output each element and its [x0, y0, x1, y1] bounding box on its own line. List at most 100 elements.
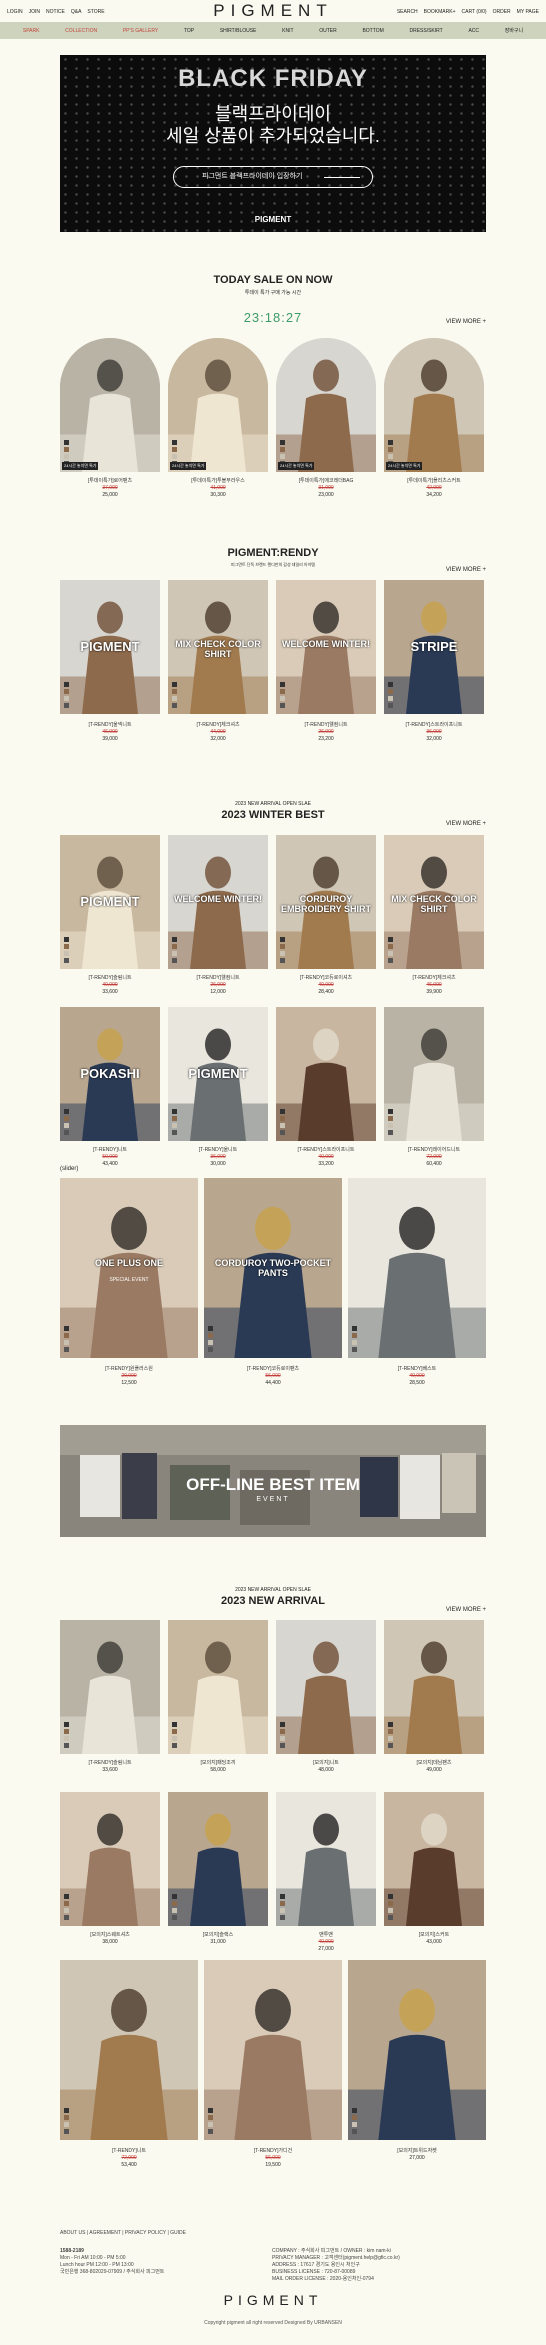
- category-0[interactable]: SPARK: [23, 28, 40, 34]
- category-7[interactable]: BOTTOM: [362, 28, 383, 34]
- product-photo[interactable]: [168, 1792, 268, 1926]
- product-name[interactable]: [T-RENDY]웰컴니트: [276, 722, 376, 729]
- category-5[interactable]: KNIT: [282, 28, 293, 34]
- product-old-price: 37,000: [102, 485, 118, 491]
- black-friday-banner[interactable]: BLACK FRIDAY 블랙프라이데이 세일 상품이 추가되었습니다. 피그먼…: [60, 55, 486, 232]
- cs-bank: 국민은행 368-802029-07909 / 주식회사 피그먼트: [60, 2269, 165, 2275]
- product-name[interactable]: [T-RENDY]레이어드니트: [384, 1147, 484, 1154]
- footer-links[interactable]: ABOUT US | AGREEMENT | PRIVACY POLICY | …: [60, 2230, 186, 2237]
- arrival-view-more-link[interactable]: VIEW MORE +: [446, 1607, 486, 1613]
- cs-phone: 1588-2189: [60, 2248, 84, 2254]
- product-name[interactable]: [모의지]데님팬츠: [384, 1760, 484, 1767]
- footer-logo[interactable]: PIGMENT: [0, 2292, 546, 2308]
- product-photo[interactable]: [60, 1960, 198, 2140]
- product-name[interactable]: [모의지]트위드자켓: [348, 2148, 486, 2155]
- product-photo[interactable]: [384, 1620, 484, 1754]
- color-swatch: [208, 1347, 213, 1352]
- cs-hours-2: Lunch hour PM 12:00 - PM 13:00: [60, 2262, 134, 2268]
- today-view-more-link[interactable]: VIEW MORE +: [446, 319, 486, 325]
- product-photo[interactable]: [60, 338, 160, 472]
- product-image: [276, 1007, 376, 1141]
- product-photo[interactable]: WELCOME WINTER!: [276, 580, 376, 714]
- product-photo[interactable]: [168, 338, 268, 472]
- product-name[interactable]: [투데이특가]플리츠스커트: [384, 478, 484, 485]
- product-name[interactable]: [모의지]스커트: [384, 1932, 484, 1939]
- product-caption: [투데이특가]투볼부라우스 41,000 30,300: [168, 478, 268, 499]
- product-photo[interactable]: [60, 1792, 160, 1926]
- product-photo[interactable]: [384, 1007, 484, 1141]
- product-photo[interactable]: [168, 1620, 268, 1754]
- product-name[interactable]: [T-RENDY]울넥니트: [60, 722, 160, 729]
- product-name[interactable]: [T-RENDY]가디건: [204, 2148, 342, 2155]
- rendy-view-more-link[interactable]: VIEW MORE +: [446, 567, 486, 573]
- product-photo[interactable]: ONE PLUS ONE SPECIAL EVENT: [60, 1178, 198, 1358]
- category-2[interactable]: PP'S GALLERY: [123, 28, 158, 34]
- product-name[interactable]: [투데이특가]투볼부라우스: [168, 478, 268, 485]
- product-photo[interactable]: MIX CHECK COLOR SHIRT: [168, 580, 268, 714]
- product-name[interactable]: [T-RENDY]코듀로이셔츠: [276, 975, 376, 982]
- product-name[interactable]: [T-RENDY]울니트: [168, 1147, 268, 1154]
- product-photo[interactable]: [348, 1178, 486, 1358]
- product-name[interactable]: [T-RENDY]스트라이프니트: [276, 1147, 376, 1154]
- product-name[interactable]: [T-RENDY]웰컴니트: [168, 975, 268, 982]
- product-old-price: 40,000: [318, 982, 334, 988]
- product-photo[interactable]: CORDUROY EMBROIDERY SHIRT: [276, 835, 376, 969]
- product-photo[interactable]: WELCOME WINTER!: [168, 835, 268, 969]
- product-photo[interactable]: POKASHI: [60, 1007, 160, 1141]
- category-6[interactable]: OUTER: [319, 28, 337, 34]
- product-name[interactable]: [투데이특가]에코레더BAG: [276, 478, 376, 485]
- product-old-price: 36,000: [426, 729, 442, 735]
- product-photo[interactable]: [276, 338, 376, 472]
- product-name[interactable]: [모의지]패딩조끼: [168, 1760, 268, 1767]
- color-swatch: [172, 944, 177, 949]
- product-image: [348, 1960, 486, 2140]
- product-name[interactable]: [T-RENDY]슬림니트: [60, 975, 160, 982]
- product-photo[interactable]: [384, 1792, 484, 1926]
- product-name[interactable]: [모의지]스웨트셔츠: [60, 1932, 160, 1939]
- banner-cta-button[interactable]: 피그먼트 블랙프라이데이 입장하기: [173, 166, 373, 188]
- product-photo[interactable]: [276, 1620, 376, 1754]
- category-1[interactable]: COLLECTION: [65, 28, 97, 34]
- product-name[interactable]: [투데이특가]로어팬츠: [60, 478, 160, 485]
- product-photo[interactable]: [348, 1960, 486, 2140]
- product-name[interactable]: [모의지]슬랙스: [168, 1932, 268, 1939]
- product-photo[interactable]: [60, 1620, 160, 1754]
- color-swatch: [388, 1116, 393, 1121]
- color-swatch: [280, 682, 285, 687]
- category-8[interactable]: DRESS/SKIRT: [409, 28, 442, 34]
- cs-hours-1: Mon - Fri AM 10:00 - PM 5:00: [60, 2255, 126, 2261]
- product-name[interactable]: [T-RENDY]니트: [60, 1147, 160, 1154]
- product-name[interactable]: [T-RENDY]체크셔츠: [168, 722, 268, 729]
- color-swatch: [388, 440, 393, 445]
- category-9[interactable]: ACC: [468, 28, 479, 34]
- color-swatch: [208, 2129, 213, 2134]
- product-name[interactable]: [모의지]니트: [276, 1760, 376, 1767]
- product-photo[interactable]: PIGMENT: [60, 580, 160, 714]
- product-name[interactable]: [T-RENDY]슬림니트: [60, 1760, 160, 1767]
- product-photo[interactable]: PIGMENT: [60, 835, 160, 969]
- product-photo[interactable]: [384, 338, 484, 472]
- product-name[interactable]: [T-RENDY]니트: [60, 2148, 198, 2155]
- product-name[interactable]: 맨투맨: [276, 1932, 376, 1939]
- product-old-price: 31,000: [318, 485, 334, 491]
- product-photo[interactable]: PIGMENT: [168, 1007, 268, 1141]
- product-photo[interactable]: CORDUROY TWO-POCKET PANTS: [204, 1178, 342, 1358]
- product-name[interactable]: [T-RENDY]스트라이프니트: [384, 722, 484, 729]
- color-swatch: [388, 951, 393, 956]
- product-photo[interactable]: STRIPE: [384, 580, 484, 714]
- product-photo[interactable]: [276, 1007, 376, 1141]
- customer-service: 1588-2189 Mon - Fri AM 10:00 - PM 5:00 L…: [60, 2248, 164, 2276]
- category-4[interactable]: SHIRT/BLOUSE: [220, 28, 257, 34]
- site-logo[interactable]: PIGMENT: [0, 1, 546, 21]
- category-10[interactable]: 장바구니: [505, 27, 523, 34]
- product-name[interactable]: [T-RENDY]베스트: [348, 1366, 486, 1373]
- product-name[interactable]: [T-RENDY]원플러스원: [60, 1366, 198, 1373]
- category-3[interactable]: TOP: [184, 28, 194, 34]
- product-name[interactable]: [T-RENDY]코듀로이팬츠: [204, 1366, 342, 1373]
- winter-view-more-link[interactable]: VIEW MORE +: [446, 821, 486, 827]
- offline-event-banner[interactable]: OFF-LINE BEST ITEM EVENT: [60, 1425, 486, 1537]
- product-photo[interactable]: [276, 1792, 376, 1926]
- product-photo[interactable]: MIX CHECK COLOR SHIRT: [384, 835, 484, 969]
- product-name[interactable]: [T-RENDY]체크셔츠: [384, 975, 484, 982]
- product-photo[interactable]: [204, 1960, 342, 2140]
